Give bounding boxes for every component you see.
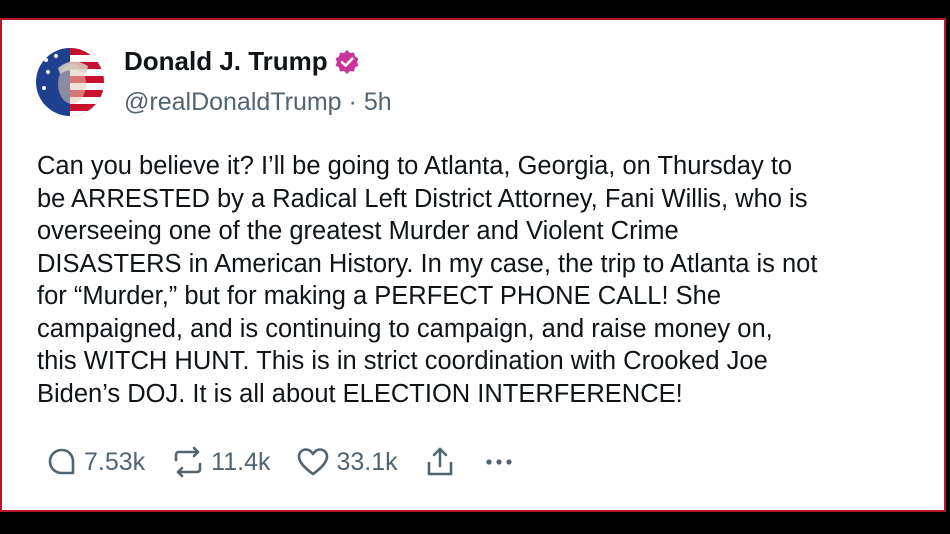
verified-badge-icon	[334, 49, 360, 75]
post-line: Biden’s DOJ. It is all about ELECTION IN…	[37, 379, 683, 408]
retruth-icon	[174, 446, 202, 478]
author-display-name-row[interactable]: Donald J. Trump	[124, 46, 360, 77]
author-display-name[interactable]: Donald J. Trump	[124, 46, 328, 77]
avatar-image	[36, 48, 104, 116]
post-body: Can you believe it? I’ll be going to Atl…	[37, 150, 937, 410]
post-line: this WITCH HUNT. This is in strict coord…	[37, 347, 768, 375]
like-count: 33.1k	[336, 447, 398, 476]
author-meta: @realDonaldTrump · 5h	[124, 88, 392, 117]
retruth-button[interactable]: 11.4k	[171, 446, 270, 478]
meta-separator: ·	[348, 88, 357, 116]
reply-count: 7.53k	[84, 447, 146, 476]
post-timestamp[interactable]: 5h	[364, 88, 392, 116]
post-card: Donald J. Trump @realDonaldTrump · 5h Ca…	[0, 18, 946, 512]
post-line: for “Murder,” but for making a PERFECT P…	[37, 282, 722, 310]
post-line: DISASTERS in American History. In my cas…	[37, 249, 818, 278]
author-handle[interactable]: @realDonaldTrump	[124, 88, 342, 116]
action-bar: 7.53k 11.4k 33.1k	[46, 444, 542, 480]
like-button[interactable]: 33.1k	[296, 446, 398, 478]
post-line: be ARRESTED by a Radical Left District A…	[37, 184, 808, 213]
retruth-count: 11.4k	[211, 447, 271, 476]
avatar[interactable]	[36, 48, 104, 116]
like-icon	[298, 448, 329, 476]
reply-icon	[48, 448, 75, 475]
post-line: Can you believe it? I’ll be going to Atl…	[37, 152, 793, 180]
post-line: campaigned, and is continuing to campaig…	[37, 314, 773, 343]
post-line: overseeing one of the greatest Murder an…	[37, 217, 679, 245]
share-button[interactable]	[424, 445, 456, 479]
more-icon	[486, 459, 512, 465]
reply-button[interactable]: 7.53k	[46, 446, 145, 478]
more-options-button[interactable]	[482, 446, 516, 478]
share-icon	[427, 447, 452, 476]
